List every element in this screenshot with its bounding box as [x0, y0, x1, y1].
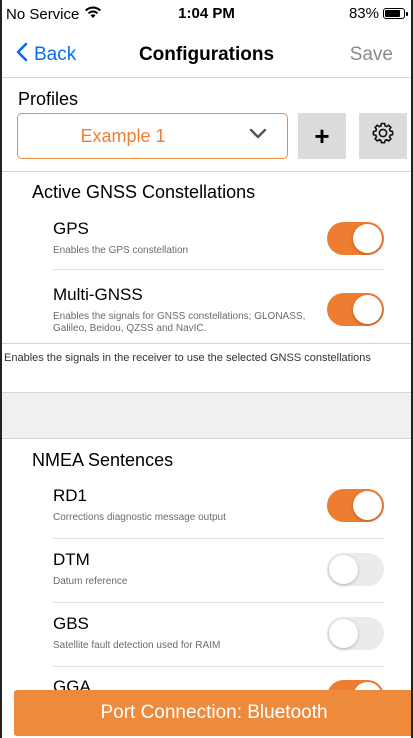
port-connection-button[interactable]: Port Connection: Bluetooth: [14, 690, 411, 736]
profile-selected-value: Example 1: [80, 126, 166, 146]
section-gap: [2, 393, 411, 438]
nmea-row-dtm: DTM Datum reference: [53, 550, 384, 598]
status-bar: No Service 1:04 PM 83%: [2, 0, 411, 28]
toggle-knob: [353, 295, 382, 324]
app-screen: No Service 1:04 PM 83% Back Configuratio…: [0, 0, 413, 738]
gnss-section-title: Active GNSS Constellations: [32, 182, 256, 202]
nmea-row-rd1: RD1 Corrections diagnostic message outpu…: [53, 486, 384, 534]
battery-fill: [385, 10, 400, 17]
divider: [2, 438, 411, 439]
navigation-bar: Back Configurations Save: [2, 30, 411, 78]
profile-settings-button[interactable]: [359, 113, 407, 159]
row-separator: [53, 602, 384, 603]
row-description: Enables the signals for GNSS constellati…: [53, 311, 306, 334]
toggle-knob: [329, 555, 358, 584]
battery-icon: [383, 8, 408, 19]
profiles-section: Profiles Example 1 +: [2, 79, 411, 170]
profiles-label: Profiles: [18, 89, 79, 109]
toggle-knob: [353, 491, 382, 520]
gnss-row-gps: GPS Enables the GPS constellation: [53, 219, 384, 267]
divider: [2, 343, 411, 344]
row-separator: [53, 666, 384, 667]
add-profile-button[interactable]: +: [298, 113, 346, 159]
rd1-toggle[interactable]: [327, 489, 384, 522]
battery-percent: 83%: [348, 5, 379, 22]
gear-icon: [371, 121, 395, 152]
row-separator: [53, 269, 384, 270]
row-separator: [53, 538, 384, 539]
nmea-row-gbs: GBS Satellite fault detection used for R…: [53, 614, 384, 662]
chevron-down-icon: [249, 127, 267, 145]
status-right: 83%: [348, 5, 408, 22]
toggle-knob: [353, 224, 382, 253]
divider: [2, 171, 411, 172]
multi-gnss-toggle[interactable]: [327, 293, 384, 326]
save-button[interactable]: Save: [350, 44, 393, 66]
gnss-note: Enables the signals in the receiver to u…: [4, 352, 371, 364]
gbs-toggle[interactable]: [327, 617, 384, 650]
dtm-toggle[interactable]: [327, 553, 384, 586]
nmea-section-title: NMEA Sentences: [32, 450, 174, 470]
gnss-row-multi-gnss: Multi-GNSS Enables the signals for GNSS …: [53, 285, 384, 341]
gps-toggle[interactable]: [327, 222, 384, 255]
profile-dropdown[interactable]: Example 1: [17, 113, 288, 159]
toggle-knob: [329, 619, 358, 648]
